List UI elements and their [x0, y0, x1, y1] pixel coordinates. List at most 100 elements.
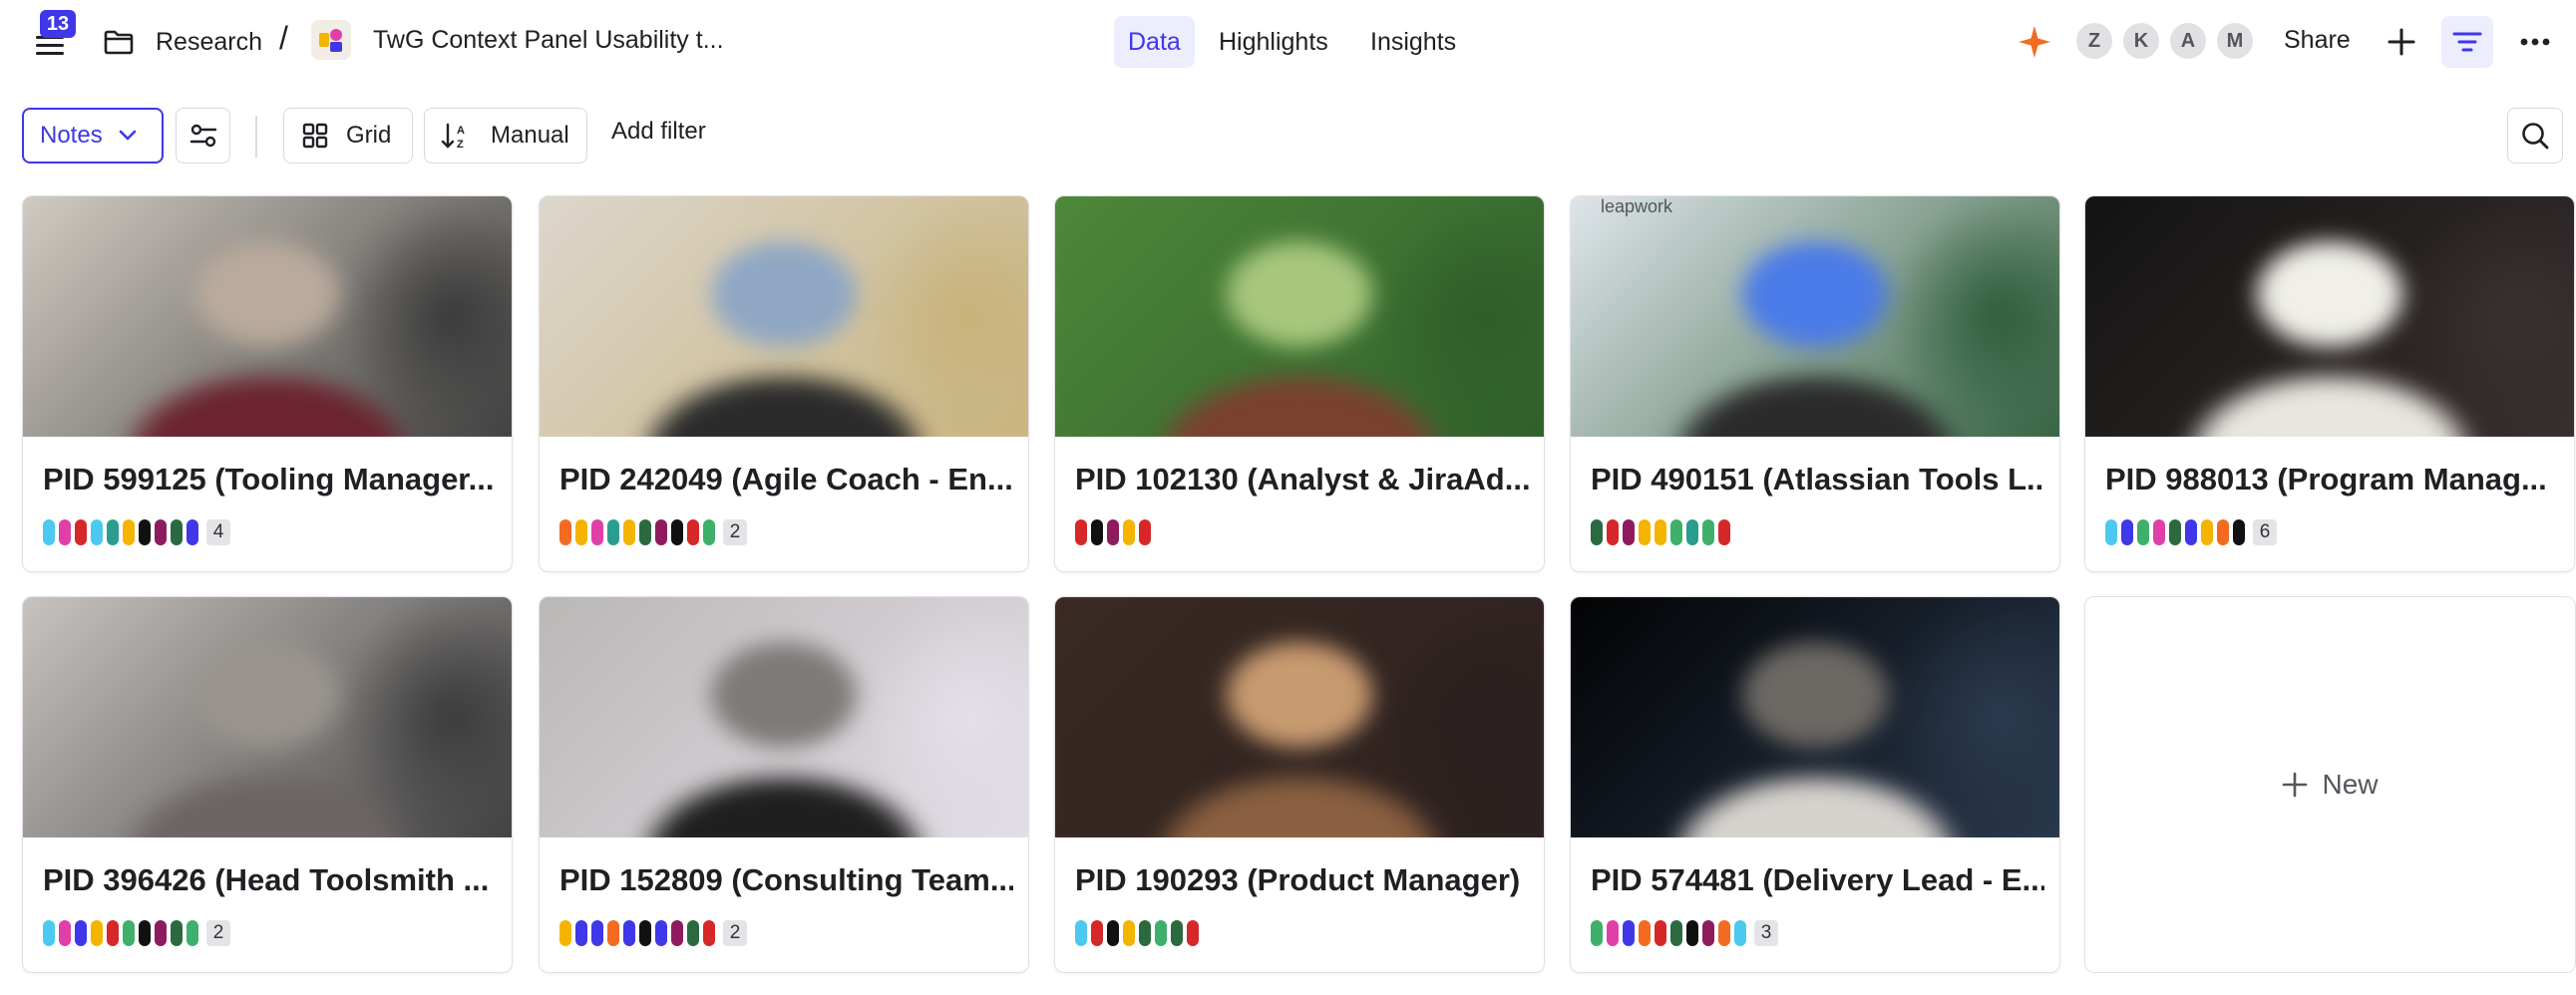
svg-text:Z: Z [457, 139, 464, 150]
tag-pill [639, 920, 651, 946]
note-card[interactable]: PID 190293 (Product Manager) [1054, 596, 1545, 973]
note-card-title: PID 190293 (Product Manager) [1075, 862, 1521, 897]
tag-pill [2201, 519, 2213, 545]
tag-overflow-count: 2 [206, 920, 230, 946]
tag-pill [1171, 920, 1183, 946]
tag-overflow-count: 3 [1754, 920, 1778, 946]
avatar[interactable]: K [2121, 21, 2161, 61]
tag-pill [107, 519, 119, 545]
tag-pill [559, 920, 571, 946]
tag-pill [575, 519, 587, 545]
search-icon [2522, 123, 2549, 150]
tag-list: 2 [559, 920, 747, 946]
new-note-label: New [2322, 769, 2379, 800]
tag-pill [1702, 920, 1714, 946]
note-card[interactable]: PID 574481 (Delivery Lead - E... 3 [1570, 596, 2060, 973]
more-options-button[interactable] [2515, 22, 2555, 62]
sort-icon: A Z [441, 123, 465, 150]
tag-pill [671, 519, 683, 545]
tag-pill [75, 519, 87, 545]
tag-pill [1718, 920, 1730, 946]
tag-pill [1686, 519, 1698, 545]
notification-badge: 13 [40, 10, 76, 38]
project-title[interactable]: TwG Context Panel Usability t... [373, 26, 724, 55]
tag-list: 3 [1591, 920, 1778, 946]
filter-panel-button[interactable] [2441, 16, 2493, 68]
breadcrumb-label: Research [156, 27, 262, 56]
tag-pill [591, 920, 603, 946]
tag-overflow-count: 6 [2253, 519, 2277, 545]
note-card-title: PID 574481 (Delivery Lead - E... [1591, 862, 2044, 897]
tag-pill [1187, 920, 1199, 946]
toolbar: Notes Grid A Z Manual Add filter [0, 100, 2576, 171]
tag-pill [107, 920, 119, 946]
note-card-title: PID 988013 (Program Manag... [2105, 462, 2547, 497]
tag-overflow-count: 2 [723, 519, 747, 545]
ai-assistant-button[interactable] [2017, 24, 2052, 60]
tag-pill [139, 920, 151, 946]
svg-text:A: A [457, 125, 465, 137]
tag-pill [1655, 519, 1666, 545]
plus-icon [2283, 772, 2308, 798]
project-icon [311, 20, 351, 60]
tag-pill [607, 920, 619, 946]
tag-pill [591, 519, 603, 545]
tag-pill [1623, 920, 1635, 946]
view-select-label: Notes [40, 122, 103, 149]
new-note-card[interactable]: New [2084, 596, 2576, 973]
avatar[interactable]: M [2215, 21, 2255, 61]
sort-button[interactable]: A Z Manual [424, 108, 587, 164]
tag-list [1075, 519, 1151, 545]
tag-pill [123, 519, 135, 545]
add-filter-button[interactable]: Add filter [611, 118, 706, 146]
tab-data[interactable]: Data [1114, 16, 1195, 68]
video-thumbnail [1571, 597, 2059, 837]
tag-pill [1639, 920, 1651, 946]
note-card[interactable]: PID 152809 (Consulting Team... 2 [539, 596, 1029, 973]
tag-list: 6 [2105, 519, 2277, 545]
grid-view-button[interactable]: Grid [283, 108, 413, 164]
tag-pill [91, 920, 103, 946]
note-card-title: PID 599125 (Tooling Manager... [43, 462, 495, 497]
tag-pill [655, 920, 667, 946]
tag-pill [1139, 920, 1151, 946]
tag-pill [1607, 920, 1619, 946]
chevron-down-icon [119, 130, 137, 141]
tab-highlights[interactable]: Highlights [1205, 16, 1342, 68]
add-button[interactable] [2382, 22, 2421, 62]
tag-pill [1107, 519, 1119, 545]
grid-icon [302, 123, 328, 149]
search-button[interactable] [2507, 108, 2563, 164]
avatar[interactable]: A [2168, 21, 2208, 61]
note-card[interactable]: PID 599125 (Tooling Manager... 4 [22, 195, 513, 572]
more-horizontal-icon [2520, 38, 2550, 46]
video-thumbnail [23, 597, 512, 837]
share-button[interactable]: Share [2284, 26, 2351, 55]
tag-pill [171, 519, 183, 545]
tag-pill [1655, 920, 1666, 946]
note-card-title: PID 152809 (Consulting Team... [559, 862, 1013, 897]
tag-pill [1686, 920, 1698, 946]
video-thumbnail [1055, 196, 1544, 437]
tag-pill [607, 519, 619, 545]
view-select[interactable]: Notes [22, 108, 164, 164]
note-card[interactable]: PID 242049 (Agile Coach - En... 2 [539, 195, 1029, 572]
note-card[interactable]: PID 102130 (Analyst & JiraAd... [1054, 195, 1545, 572]
note-card[interactable]: leapwork PID 490151 (Atlassian Tools L... [1570, 195, 2060, 572]
video-thumbnail [1055, 597, 1544, 837]
tag-pill [155, 920, 167, 946]
note-card[interactable]: PID 396426 (Head Toolsmith ... 2 [22, 596, 513, 973]
display-settings-button[interactable] [176, 108, 230, 164]
tag-pill [623, 920, 635, 946]
tag-pill [123, 920, 135, 946]
avatar[interactable]: Z [2074, 21, 2114, 61]
tab-insights[interactable]: Insights [1356, 16, 1470, 68]
filter-lines-icon [2452, 32, 2482, 52]
note-card-title: PID 102130 (Analyst & JiraAd... [1075, 462, 1529, 497]
tag-list [1075, 920, 1199, 946]
note-card[interactable]: PID 988013 (Program Manag... 6 [2084, 195, 2575, 572]
tag-pill [1623, 519, 1635, 545]
tag-pill [186, 519, 198, 545]
folder-icon [104, 30, 134, 55]
breadcrumb-research[interactable]: Research [104, 22, 262, 62]
